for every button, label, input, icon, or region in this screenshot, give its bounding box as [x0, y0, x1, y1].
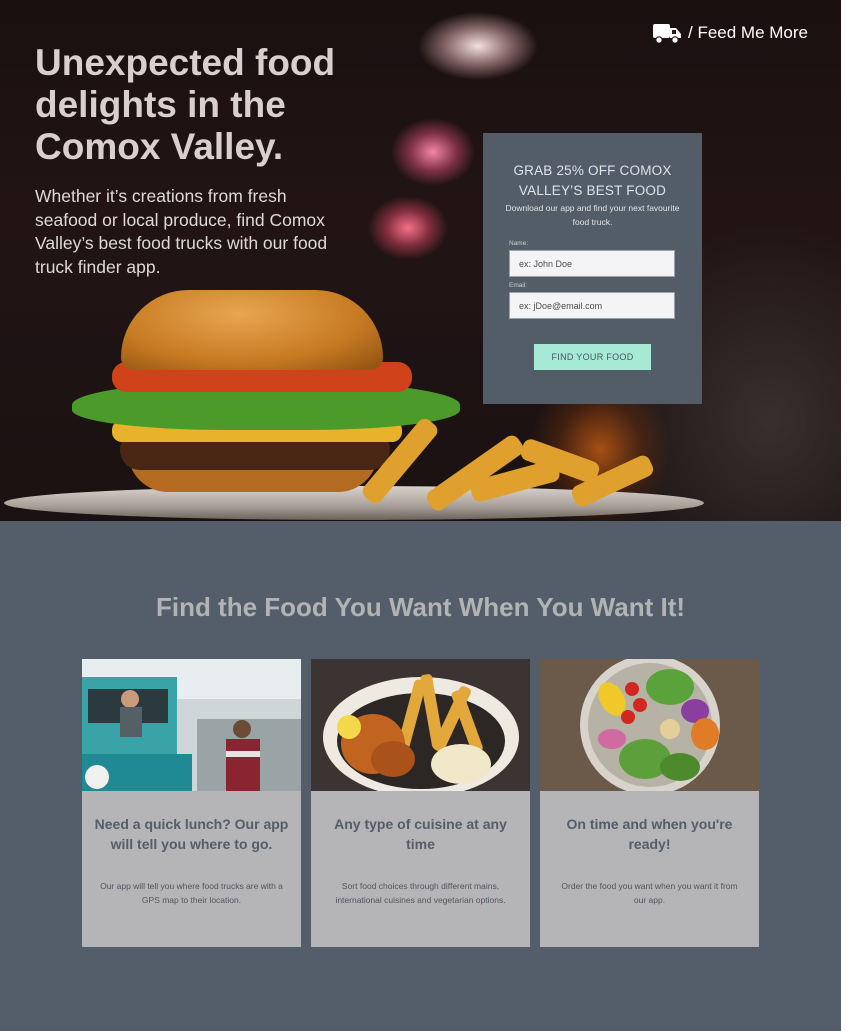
signup-card: GRAB 25% OFF COMOX VALLEY’S BEST FOOD Do… [483, 133, 702, 404]
hero-subtitle: Whether it’s creations from fresh seafoo… [35, 186, 328, 277]
signup-title: GRAB 25% OFF COMOX VALLEY’S BEST FOOD [513, 163, 672, 198]
email-label: Email: [509, 282, 528, 289]
hero-title: Unexpected food delights in the Comox Va… [35, 42, 336, 167]
feature-card-on-time: On time and when you're ready! Order the… [540, 659, 759, 947]
card-title: On time and when you're ready! [566, 816, 733, 852]
burger-bun-top [121, 290, 383, 370]
name-field[interactable] [509, 250, 675, 277]
fried-chicken-fries-photo [311, 659, 530, 791]
card-description: Order the food you want when you want it… [561, 881, 738, 905]
card-description: Sort food choices through different main… [335, 881, 506, 905]
feature-card-cuisine: Any type of cuisine at any time Sort foo… [311, 659, 530, 947]
brand-link[interactable]: / Feed Me More [652, 20, 808, 46]
name-label: Name: [509, 240, 529, 247]
card-title: Any type of cuisine at any time [334, 816, 507, 852]
signup-description: Download our app and find your next favo… [505, 203, 680, 227]
food-truck-photo [82, 659, 301, 791]
salad-bowl-photo [540, 659, 759, 791]
card-title: Need a quick lunch? Our app will tell yo… [94, 816, 289, 852]
email-field[interactable] [509, 292, 675, 319]
section-title: Find the Food You Want When You Want It! [155, 592, 686, 622]
feature-card-lunch: Need a quick lunch? Our app will tell yo… [82, 659, 301, 947]
truck-icon [653, 24, 681, 44]
features-section: Find the Food You Want When You Want It!… [0, 521, 841, 1031]
find-your-food-button[interactable]: FIND YOUR FOOD [534, 344, 651, 370]
card-description: Our app will tell you where food trucks … [100, 881, 283, 905]
brand-name: / Feed Me More [688, 23, 808, 42]
hero-section: Unexpected food delights in the Comox Va… [0, 0, 841, 521]
